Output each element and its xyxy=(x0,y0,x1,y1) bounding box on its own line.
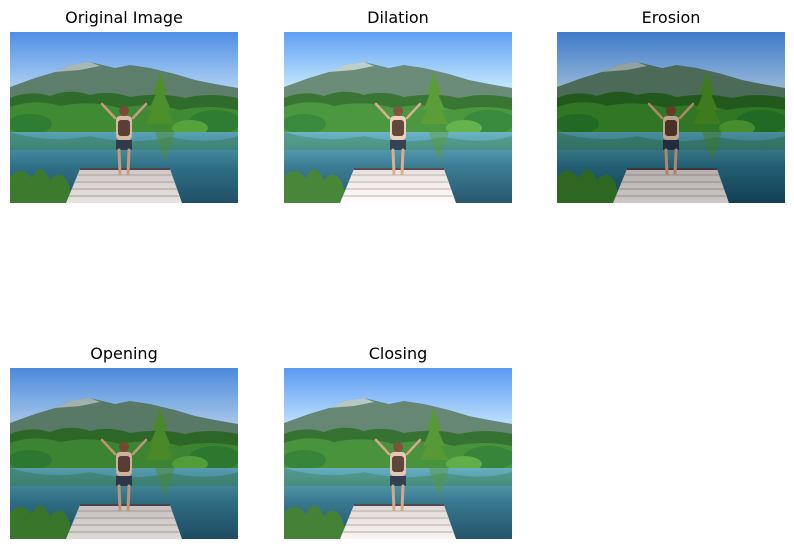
panel-title-original: Original Image xyxy=(65,8,183,27)
image-erosion xyxy=(557,32,785,203)
panel-title-dilation: Dilation xyxy=(367,8,429,27)
image-closing xyxy=(284,368,512,539)
image-opening xyxy=(10,368,238,539)
panel-title-closing: Closing xyxy=(368,344,428,363)
image-original xyxy=(10,32,238,203)
panel-title-opening: Opening xyxy=(90,344,158,363)
panel-title-erosion: Erosion xyxy=(641,8,701,27)
image-dilation xyxy=(284,32,512,203)
